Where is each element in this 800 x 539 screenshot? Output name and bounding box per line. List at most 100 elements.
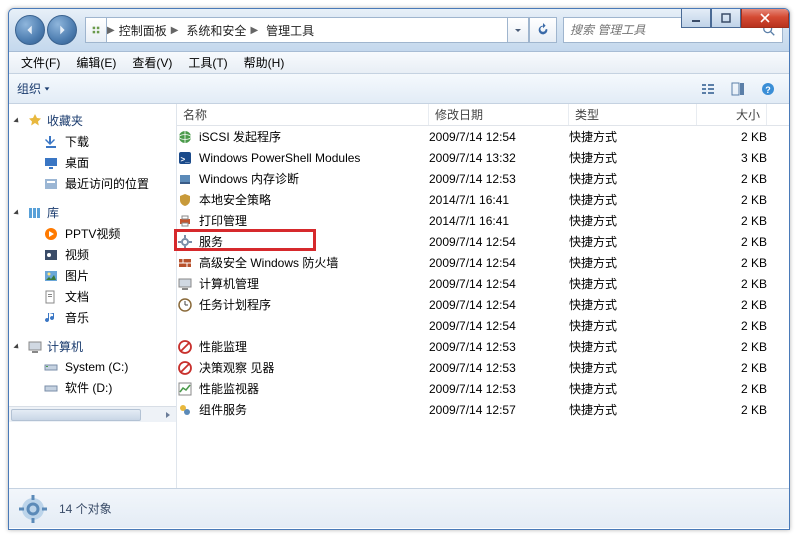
menubar: 文件(F) 编辑(E) 查看(V) 工具(T) 帮助(H) <box>9 52 789 74</box>
menu-tools[interactable]: 工具(T) <box>180 52 235 73</box>
breadcrumb-seg-0[interactable]: 控制面板▶ <box>115 22 183 39</box>
file-icon <box>177 234 193 250</box>
file-row[interactable]: 计算机管理2009/7/14 12:54快捷方式2 KB <box>177 273 789 294</box>
file-name: 服务 <box>199 233 223 250</box>
file-size: 2 KB <box>697 277 767 291</box>
pictures-icon <box>43 268 59 284</box>
sidebar-item-videos[interactable]: 视频 <box>9 244 176 265</box>
menu-help[interactable]: 帮助(H) <box>236 52 293 73</box>
forward-button[interactable] <box>47 15 77 45</box>
file-row[interactable]: iSCSI 发起程序2009/7/14 12:54快捷方式2 KB <box>177 126 789 147</box>
file-row[interactable]: 性能监理2009/7/14 12:53快捷方式2 KB <box>177 336 789 357</box>
col-type[interactable]: 类型 <box>569 104 697 125</box>
sidebar-item-documents[interactable]: 文档 <box>9 286 176 307</box>
star-icon <box>27 113 43 129</box>
drive-icon <box>43 359 59 375</box>
svg-text:?: ? <box>765 85 771 95</box>
file-name: 决策观察 见器 <box>199 359 274 376</box>
refresh-button[interactable] <box>529 17 557 43</box>
file-name: Windows PowerShell Modules <box>199 151 360 165</box>
file-icon <box>177 276 193 292</box>
file-row[interactable]: 2009/7/14 12:54快捷方式2 KB <box>177 315 789 336</box>
help-button[interactable]: ? <box>755 78 781 100</box>
close-button[interactable] <box>741 8 789 28</box>
back-button[interactable] <box>15 15 45 45</box>
menu-file[interactable]: 文件(F) <box>13 52 68 73</box>
column-headers: 名称 修改日期 类型 大小 <box>177 104 789 126</box>
sidebar-item-recent[interactable]: 最近访问的位置 <box>9 173 176 194</box>
navigation-pane[interactable]: 收藏夹 下载 桌面 最近访问的位置 库 PPTV视频 视频 图片 文档 音乐 <box>9 104 177 488</box>
file-date: 2009/7/14 12:53 <box>429 340 569 354</box>
breadcrumb-dropdown[interactable] <box>507 17 529 43</box>
sidebar-computer-label: 计算机 <box>47 338 83 355</box>
breadcrumb-seg-2[interactable]: 管理工具 <box>262 22 318 39</box>
file-row[interactable]: Windows 内存诊断2009/7/14 12:53快捷方式2 KB <box>177 168 789 189</box>
file-row[interactable]: 本地安全策略2014/7/1 16:41快捷方式2 KB <box>177 189 789 210</box>
file-size: 2 KB <box>697 193 767 207</box>
sidebar-favorites[interactable]: 收藏夹 <box>9 110 176 131</box>
file-type: 快捷方式 <box>569 191 697 208</box>
file-row[interactable]: 高级安全 Windows 防火墙2009/7/14 12:54快捷方式2 KB <box>177 252 789 273</box>
file-name: 本地安全策略 <box>199 191 271 208</box>
status-text: 14 个对象 <box>59 500 112 517</box>
sidebar-item-drive-c[interactable]: System (C:) <box>9 357 176 377</box>
file-type: 快捷方式 <box>569 233 697 250</box>
sidebar-libraries[interactable]: 库 <box>9 202 176 223</box>
sidebar-item-desktop[interactable]: 桌面 <box>9 152 176 173</box>
file-icon <box>177 213 193 229</box>
file-type: 快捷方式 <box>569 401 697 418</box>
breadcrumb-seg-1[interactable]: 系统和安全▶ <box>182 22 262 39</box>
file-type: 快捷方式 <box>569 128 697 145</box>
preview-pane-button[interactable] <box>725 78 751 100</box>
file-row[interactable]: >_Windows PowerShell Modules2009/7/14 13… <box>177 147 789 168</box>
file-row[interactable]: 组件服务2009/7/14 12:57快捷方式2 KB <box>177 399 789 420</box>
window-controls <box>681 8 789 28</box>
sidebar-item-downloads[interactable]: 下载 <box>9 131 176 152</box>
sidebar-item-pictures[interactable]: 图片 <box>9 265 176 286</box>
menu-view[interactable]: 查看(V) <box>124 52 180 73</box>
file-icon <box>177 360 193 376</box>
maximize-button[interactable] <box>711 8 741 28</box>
col-name[interactable]: 名称 <box>177 104 429 125</box>
file-name: 计算机管理 <box>199 275 259 292</box>
file-row[interactable]: 打印管理2014/7/1 16:41快捷方式2 KB <box>177 210 789 231</box>
file-name: 组件服务 <box>199 401 247 418</box>
file-icon <box>177 381 193 397</box>
pptv-icon <box>43 226 59 242</box>
menu-edit[interactable]: 编辑(E) <box>68 52 124 73</box>
chevron-down-icon <box>43 85 51 93</box>
organize-button[interactable]: 组织 <box>17 80 51 97</box>
file-name: 性能监视器 <box>199 380 259 397</box>
file-icon <box>177 339 193 355</box>
file-icon <box>177 129 193 145</box>
file-icon <box>177 318 193 334</box>
file-icon <box>177 402 193 418</box>
file-row[interactable]: 性能监视器2009/7/14 12:53快捷方式2 KB <box>177 378 789 399</box>
breadcrumb-root-icon[interactable] <box>85 17 107 43</box>
download-icon <box>43 134 59 150</box>
file-row[interactable]: 决策观察 见器2009/7/14 12:53快捷方式2 KB <box>177 357 789 378</box>
file-type: 快捷方式 <box>569 338 697 355</box>
sidebar-hscroll[interactable] <box>9 406 176 422</box>
file-size: 2 KB <box>697 319 767 333</box>
address-bar[interactable]: ▶ 控制面板▶ 系统和安全▶ 管理工具 <box>85 17 557 43</box>
minimize-button[interactable] <box>681 8 711 28</box>
sidebar-item-pptv[interactable]: PPTV视频 <box>9 223 176 244</box>
col-date[interactable]: 修改日期 <box>429 104 569 125</box>
explorer-window: ▶ 控制面板▶ 系统和安全▶ 管理工具 文件(F) 编辑(E) 查看(V) 工具… <box>8 8 790 530</box>
file-type: 快捷方式 <box>569 380 697 397</box>
music-icon <box>43 310 59 326</box>
file-date: 2009/7/14 12:53 <box>429 361 569 375</box>
file-icon <box>177 171 193 187</box>
sidebar-computer[interactable]: 计算机 <box>9 336 176 357</box>
col-size[interactable]: 大小 <box>697 104 767 125</box>
status-gear-icon <box>17 493 49 525</box>
sidebar-item-drive-d[interactable]: 软件 (D:) <box>9 377 176 398</box>
file-size: 2 KB <box>697 403 767 417</box>
file-row[interactable]: 服务2009/7/14 12:54快捷方式2 KB <box>177 231 789 252</box>
file-row[interactable]: 任务计划程序2009/7/14 12:54快捷方式2 KB <box>177 294 789 315</box>
file-list[interactable]: iSCSI 发起程序2009/7/14 12:54快捷方式2 KB>_Windo… <box>177 126 789 488</box>
file-size: 2 KB <box>697 382 767 396</box>
sidebar-item-music[interactable]: 音乐 <box>9 307 176 328</box>
view-options-button[interactable] <box>695 78 721 100</box>
